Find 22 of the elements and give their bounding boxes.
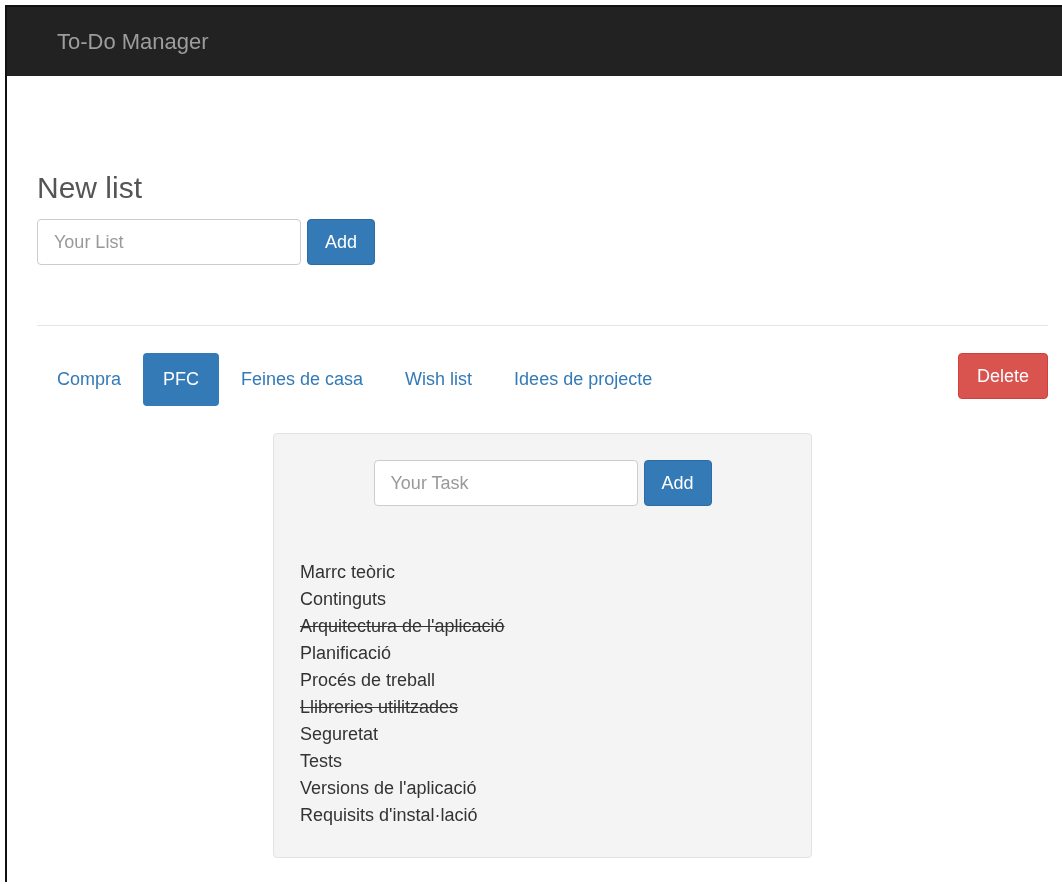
task-item[interactable]: Llibreries utilitzades bbox=[300, 694, 459, 721]
text-field[interactable]: Your List bbox=[37, 219, 301, 265]
add-button[interactable]: Add bbox=[643, 460, 712, 506]
task-item[interactable]: Requisits d'instal·lació bbox=[300, 802, 478, 829]
task-item[interactable]: Seguretat bbox=[300, 721, 379, 748]
task-item[interactable]: Procés de treball bbox=[300, 667, 436, 694]
task-item[interactable]: Marrc teòric bbox=[300, 559, 395, 586]
add-button[interactable]: Add bbox=[307, 219, 375, 265]
task-item[interactable]: Arquitectura de l'aplicació bbox=[300, 613, 505, 640]
delete-button[interactable]: Delete bbox=[957, 353, 1048, 399]
text-field[interactable]: Your Task bbox=[373, 460, 638, 506]
list-tab[interactable]: Feines de casa bbox=[221, 353, 384, 406]
task-item[interactable]: Continguts bbox=[300, 586, 387, 613]
list-tab[interactable]: Wish list bbox=[385, 353, 493, 406]
list-tab[interactable]: Compra bbox=[37, 353, 142, 406]
list-tab[interactable]: PFC bbox=[143, 353, 220, 406]
list-tab[interactable]: Idees de projecte bbox=[494, 353, 673, 406]
section-heading: New list bbox=[37, 171, 142, 205]
task-item[interactable]: Tests bbox=[300, 748, 342, 775]
app-title: To-Do Manager bbox=[57, 28, 209, 55]
task-item[interactable]: Planificació bbox=[300, 640, 392, 667]
task-item[interactable]: Versions de l'aplicació bbox=[300, 775, 477, 802]
